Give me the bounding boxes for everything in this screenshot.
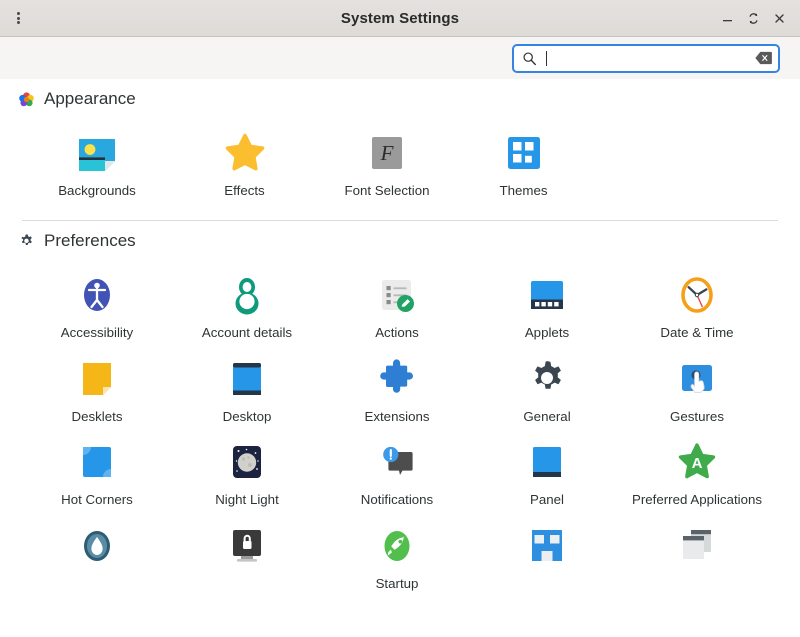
settings-tile-themes[interactable]: Themes xyxy=(457,121,590,204)
close-icon xyxy=(773,12,786,25)
windows-icon xyxy=(673,522,721,570)
window-title: System Settings xyxy=(0,10,800,27)
settings-tile-account-details[interactable]: Account details xyxy=(172,263,322,346)
settings-tile-window-tiling[interactable] xyxy=(472,514,622,597)
section-title-appearance: Appearance xyxy=(44,89,136,109)
startup-icon xyxy=(373,522,421,570)
settings-tile-label: Night Light xyxy=(215,492,279,507)
section-appearance: Appearance Backgrounds xyxy=(0,79,800,221)
settings-tile-label: Desktop xyxy=(223,409,272,424)
gear-icon xyxy=(18,233,35,250)
applets-icon xyxy=(523,271,571,319)
gestures-icon xyxy=(673,355,721,403)
settings-tile-windows[interactable] xyxy=(622,514,772,597)
settings-tile-desklets[interactable]: Desklets xyxy=(22,347,172,430)
settings-tile-label: Gestures xyxy=(670,409,724,424)
settings-tile-label: Effects xyxy=(224,183,264,198)
settings-tile-label: Actions xyxy=(375,325,419,340)
settings-tile-panel[interactable]: Panel xyxy=(472,430,622,513)
window-controls xyxy=(714,5,800,31)
section-title-preferences: Preferences xyxy=(44,231,136,251)
settings-tile-night-light[interactable]: Night Light xyxy=(172,430,322,513)
settings-tile-applets[interactable]: Applets xyxy=(472,263,622,346)
settings-tile-date-time[interactable]: Date & Time xyxy=(622,263,772,346)
privacy-icon xyxy=(73,522,121,570)
settings-tile-label: Backgrounds xyxy=(58,183,136,198)
settings-tile-label: Font Selection xyxy=(344,183,429,198)
settings-tile-label: Hot Corners xyxy=(61,492,133,507)
close-button[interactable] xyxy=(766,5,792,31)
screen-locker-icon xyxy=(223,522,271,570)
settings-tile-label: Extensions xyxy=(364,409,429,424)
restore-icon xyxy=(747,12,760,25)
settings-tile-privacy[interactable] xyxy=(22,514,172,597)
settings-tile-label: Date & Time xyxy=(660,325,733,340)
section-header-appearance: Appearance xyxy=(14,79,786,109)
settings-tile-hot-corners[interactable]: Hot Corners xyxy=(22,430,172,513)
actions-icon xyxy=(373,271,421,319)
search-icon xyxy=(522,51,537,66)
appearance-grid: Backgrounds Effects F xyxy=(14,109,786,204)
settings-tile-desktop[interactable]: Desktop xyxy=(172,347,322,430)
section-header-preferences: Preferences xyxy=(14,221,786,251)
settings-tile-label: Preferred Applications xyxy=(632,492,762,507)
settings-tile-accessibility[interactable]: Accessibility xyxy=(22,263,172,346)
night-light-icon xyxy=(223,438,271,486)
settings-tile-startup[interactable]: Startup xyxy=(322,514,472,597)
maximize-button[interactable] xyxy=(740,5,766,31)
settings-tile-label: Startup xyxy=(376,576,419,591)
section-preferences: Preferences Accessibility xyxy=(0,221,800,597)
settings-tile-font-selection[interactable]: F Font Selection xyxy=(317,121,457,204)
hot-corners-icon xyxy=(73,438,121,486)
settings-tile-label: Panel xyxy=(530,492,564,507)
settings-tile-screen-locker[interactable] xyxy=(172,514,322,597)
search-caret xyxy=(546,51,547,66)
preferred-applications-icon: A xyxy=(673,438,721,486)
settings-tile-preferred-applications[interactable]: A Preferred Applications xyxy=(622,430,772,513)
desktop-icon xyxy=(223,355,271,403)
svg-text:F: F xyxy=(380,141,394,165)
search-box[interactable] xyxy=(512,44,780,73)
settings-tile-label: Desklets xyxy=(72,409,123,424)
settings-tile-gestures[interactable]: Gestures xyxy=(622,347,772,430)
general-icon xyxy=(523,355,571,403)
toolbar xyxy=(0,37,800,79)
settings-tile-notifications[interactable]: Notifications xyxy=(322,430,472,513)
themes-icon xyxy=(500,129,548,177)
extensions-icon xyxy=(373,355,421,403)
settings-tile-label: Applets xyxy=(525,325,569,340)
settings-tile-actions[interactable]: Actions xyxy=(322,263,472,346)
panel-icon xyxy=(523,438,571,486)
title-bar: System Settings xyxy=(0,0,800,37)
settings-content: Appearance Backgrounds xyxy=(0,79,800,637)
settings-tile-backgrounds[interactable]: Backgrounds xyxy=(22,121,172,204)
settings-tile-general[interactable]: General xyxy=(472,347,622,430)
kebab-menu-button[interactable] xyxy=(0,0,36,37)
settings-tile-label: Themes xyxy=(499,183,547,198)
settings-tile-label: Accessibility xyxy=(61,325,133,340)
notifications-icon xyxy=(373,438,421,486)
window-tiling-icon xyxy=(523,522,571,570)
settings-tile-label: General xyxy=(523,409,570,424)
account-details-icon xyxy=(223,271,271,319)
desklets-icon xyxy=(73,355,121,403)
accessibility-icon xyxy=(73,271,121,319)
backgrounds-icon xyxy=(73,129,121,177)
minimize-button[interactable] xyxy=(714,5,740,31)
settings-tile-extensions[interactable]: Extensions xyxy=(322,347,472,430)
pinwheel-icon xyxy=(18,91,35,108)
date-time-icon xyxy=(673,271,721,319)
kebab-menu-icon xyxy=(17,11,20,26)
svg-text:A: A xyxy=(692,455,703,472)
settings-tile-label: Notifications xyxy=(361,492,433,507)
star-icon xyxy=(221,129,269,177)
settings-tile-label: Account details xyxy=(202,325,292,340)
clear-backspace-icon[interactable] xyxy=(755,51,772,65)
settings-tile-effects[interactable]: Effects xyxy=(172,121,317,204)
minimize-icon xyxy=(721,12,734,25)
preferences-grid: Accessibility Account details xyxy=(14,251,786,597)
font-selection-icon: F xyxy=(363,129,411,177)
